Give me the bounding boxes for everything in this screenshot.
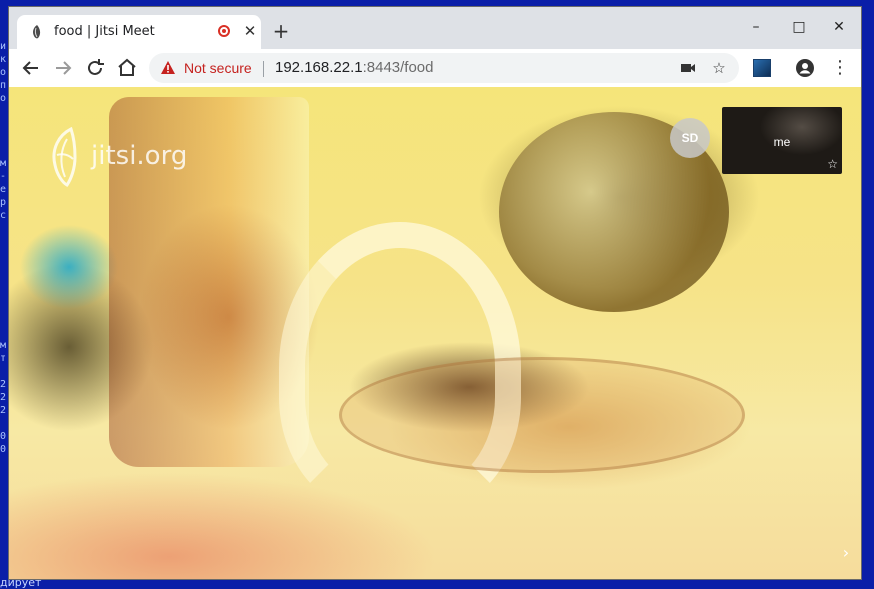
jitsi-favicon-icon <box>33 25 41 39</box>
desktop-side-glyph: е <box>0 184 7 195</box>
chevron-right-icon[interactable]: › <box>839 543 853 563</box>
account-icon[interactable] <box>795 58 815 78</box>
desktop-side-glyph: 2 <box>0 405 7 416</box>
desktop-side-glyph: 2 <box>0 392 7 403</box>
watermark-text: jitsi.org <box>91 141 188 171</box>
desktop-side-glyph: м <box>0 158 7 169</box>
desktop-side-glyph <box>0 326 8 339</box>
jitsi-watermark[interactable]: jitsi.org <box>45 125 215 189</box>
recording-indicator-icon <box>218 25 230 37</box>
tab-strip: food | Jitsi Meet ✕ + – □ ✕ <box>9 7 861 49</box>
video-stage[interactable]: jitsi.org SD me ☆ › <box>9 87 861 579</box>
close-window-button[interactable]: ✕ <box>827 17 851 37</box>
address-separator <box>263 61 264 77</box>
maximize-button[interactable]: □ <box>787 17 811 37</box>
browser-window: food | Jitsi Meet ✕ + – □ ✕ Not secure 1… <box>8 6 862 580</box>
back-arrow-icon[interactable] <box>19 56 43 80</box>
reload-icon[interactable] <box>83 56 107 80</box>
desktop-side-glyph <box>0 144 8 157</box>
desktop-side-glyph: о <box>0 93 7 104</box>
desktop-side-glyph <box>0 287 8 300</box>
forward-arrow-icon[interactable] <box>51 56 75 80</box>
thumbnail-name: me <box>773 135 791 149</box>
desktop-side-glyph <box>0 313 8 326</box>
star-icon[interactable]: ☆ <box>710 59 728 77</box>
local-video-thumbnail[interactable]: me ☆ <box>722 107 842 174</box>
desktop-side-glyph <box>0 248 8 261</box>
desktop-side-glyph: м <box>0 340 7 351</box>
desktop-side-glyph <box>0 118 8 131</box>
warning-triangle-icon[interactable] <box>160 60 176 76</box>
desktop-side-glyph: к <box>0 54 7 65</box>
desktop-side-glyph: 0 <box>0 431 7 442</box>
desktop-side-glyph: п <box>0 80 7 91</box>
new-tab-button[interactable]: + <box>271 21 291 41</box>
desktop-side-glyph <box>0 300 8 313</box>
desktop-side-glyph: и <box>0 41 7 52</box>
address-bar[interactable]: Not secure 192.168.22.1:8443/food ☆ <box>149 53 739 83</box>
tab-close-icon[interactable]: ✕ <box>241 22 259 40</box>
desktop-side-text: икопом-ерсмт22200 <box>0 40 8 456</box>
desktop-side-glyph <box>0 274 8 287</box>
url-path: :8443/food <box>362 59 434 76</box>
desktop-side-glyph <box>0 105 8 118</box>
desktop-side-glyph: 2 <box>0 379 7 390</box>
desktop-side-glyph <box>0 131 8 144</box>
menu-dots-icon[interactable]: ⋮ <box>831 57 849 79</box>
desktop-side-glyph <box>0 261 8 274</box>
url-text[interactable]: 192.168.22.1:8443/food <box>275 59 434 76</box>
jitsi-logo-icon <box>52 126 77 187</box>
remote-participant-avatar[interactable]: SD <box>670 118 710 158</box>
desktop-side-glyph <box>0 222 8 235</box>
desktop-side-glyph: 0 <box>0 444 7 455</box>
extension-icon[interactable] <box>753 59 771 77</box>
video-saucer-shape <box>339 357 745 473</box>
tab-food[interactable]: food | Jitsi Meet ✕ <box>17 15 261 49</box>
desktop-side-glyph: с <box>0 210 7 221</box>
url-host: 192.168.22.1 <box>275 59 363 76</box>
minimize-button[interactable]: – <box>744 17 768 37</box>
desktop-side-glyph: - <box>0 171 7 182</box>
desktop-side-glyph: р <box>0 197 7 208</box>
camera-icon[interactable] <box>679 59 697 77</box>
desktop-side-glyph: о <box>0 67 7 78</box>
moderator-star-icon: ☆ <box>827 157 838 171</box>
desktop-side-glyph <box>0 417 8 430</box>
desktop-side-glyph <box>0 235 8 248</box>
desktop-side-glyph: т <box>0 353 7 364</box>
desktop-side-glyph <box>0 365 8 378</box>
tab-title: food | Jitsi Meet <box>54 24 155 39</box>
browser-toolbar: Not secure 192.168.22.1:8443/food ☆ ⋮ <box>9 49 861 88</box>
home-icon[interactable] <box>115 56 139 80</box>
not-secure-label[interactable]: Not secure <box>184 60 252 76</box>
